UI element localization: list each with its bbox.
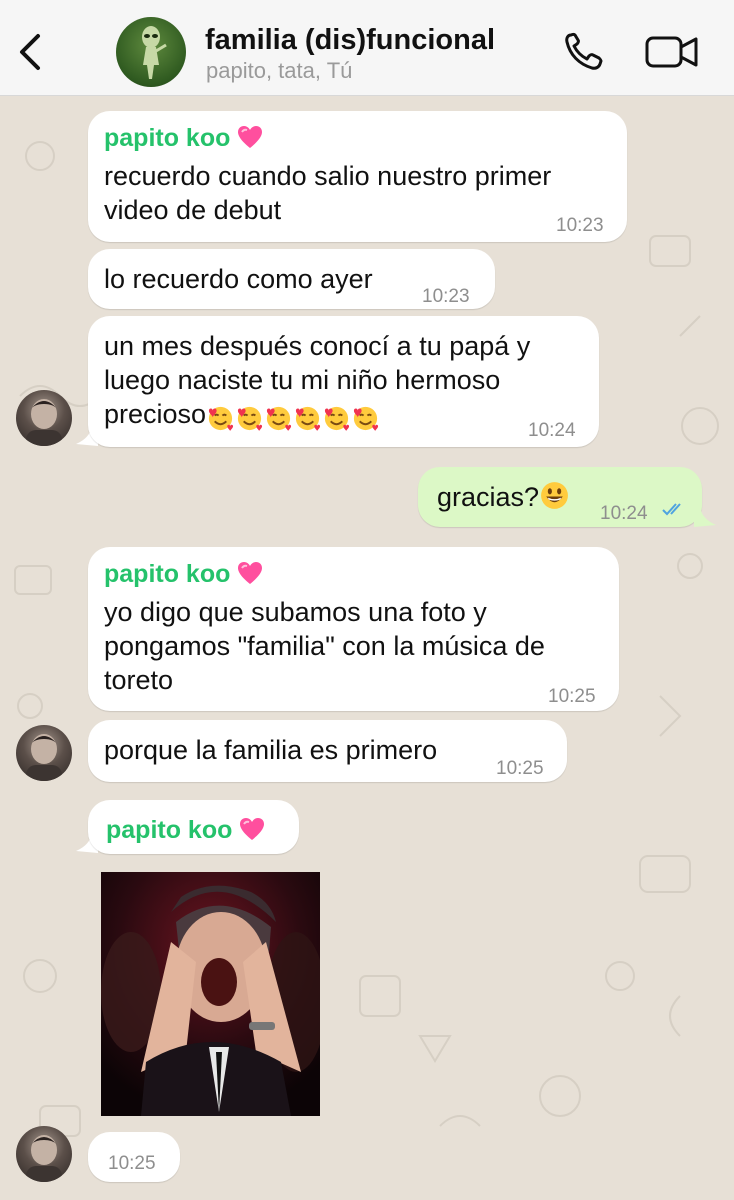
sender-avatar[interactable] <box>16 725 72 781</box>
message-bubble-incoming[interactable]: papito koo yo digo que subamos una foto … <box>88 547 619 711</box>
sticker-photo[interactable] <box>101 872 320 1116</box>
sender-name: papito koo <box>104 121 264 155</box>
message-text: un mes después conocí a tu papá y luego … <box>104 329 599 435</box>
message-bubble-incoming[interactable]: papito koo recuerdo cuando salio nuestro… <box>88 111 627 242</box>
read-receipt-icon <box>662 503 681 516</box>
smiling-face-with-hearts-icon <box>295 406 321 432</box>
avatar-photo <box>26 734 62 781</box>
smiling-face-with-hearts-icon <box>266 406 292 432</box>
message-bubble-incoming[interactable]: papito koo <box>88 800 299 854</box>
bubble-tail <box>694 507 716 527</box>
back-button[interactable] <box>14 30 50 74</box>
smiling-face-with-hearts-icon <box>353 406 379 432</box>
sender-avatar[interactable] <box>16 1126 72 1182</box>
smiling-face-with-hearts-icon <box>324 406 350 432</box>
phone-icon <box>565 32 603 70</box>
message-bubble-incoming[interactable]: lo recuerdo como ayer 10:23 <box>88 249 495 309</box>
message-bubble-incoming[interactable]: 10:25 <box>88 1132 180 1182</box>
message-bubble-incoming[interactable]: un mes después conocí a tu papá y luego … <box>88 316 599 447</box>
message-text-line: luego naciste tu mi niño hermoso <box>104 365 501 395</box>
message-timestamp: 10:24 <box>528 420 576 441</box>
message-text: recuerdo cuando salio nuestro primer vid… <box>104 161 552 225</box>
chat-title[interactable]: familia (dis)funcional <box>205 24 495 57</box>
video-camera-icon <box>645 36 698 68</box>
sparkling-heart-icon <box>240 818 265 840</box>
group-avatar[interactable] <box>116 17 186 87</box>
sender-name: papito koo <box>104 557 264 591</box>
sender-name: papito koo <box>106 813 266 847</box>
smiling-face-with-hearts-icon <box>237 406 263 432</box>
message-text: porque la familia es primero <box>104 735 438 765</box>
message-timestamp: 10:23 <box>422 286 470 307</box>
message-text-line: precioso <box>104 397 599 435</box>
sparkling-heart-icon <box>238 562 263 584</box>
message-timestamp: 10:25 <box>496 758 544 779</box>
message-timestamp: 10:23 <box>556 215 604 236</box>
chevron-left-icon <box>20 34 40 70</box>
message-text: lo recuerdo como ayer <box>104 264 373 294</box>
avatar-photo <box>26 1135 62 1182</box>
message-text: gracias? <box>437 480 570 514</box>
shouting-person-photo <box>101 872 320 1116</box>
chat-participants[interactable]: papito, tata, Tú <box>206 58 352 84</box>
message-timestamp: 10:24 <box>600 503 648 524</box>
smiling-face-with-hearts-icon <box>208 406 234 432</box>
sender-avatar[interactable] <box>16 390 72 446</box>
message-text-line: un mes después conocí a tu papá y <box>104 331 531 361</box>
avatar-photo <box>26 399 62 446</box>
voice-call-button[interactable] <box>560 30 608 74</box>
smiling-face-with-hearts-emoji-row <box>206 401 380 435</box>
chat-header: familia (dis)funcional papito, tata, Tú <box>0 0 734 96</box>
video-call-button[interactable] <box>644 34 700 70</box>
message-bubble-outgoing[interactable]: gracias? 10:24 <box>418 467 702 527</box>
chat-area[interactable]: papito koo recuerdo cuando salio nuestro… <box>0 96 734 1200</box>
message-bubble-incoming[interactable]: porque la familia es primero 10:25 <box>88 720 567 782</box>
sparkling-heart-icon <box>238 126 263 148</box>
alien-avatar-image <box>142 26 167 79</box>
grinning-face-icon <box>541 482 568 509</box>
message-timestamp: 10:25 <box>548 686 596 707</box>
message-timestamp: 10:25 <box>108 1153 156 1174</box>
message-text: yo digo que subamos una foto y pongamos … <box>104 597 545 695</box>
